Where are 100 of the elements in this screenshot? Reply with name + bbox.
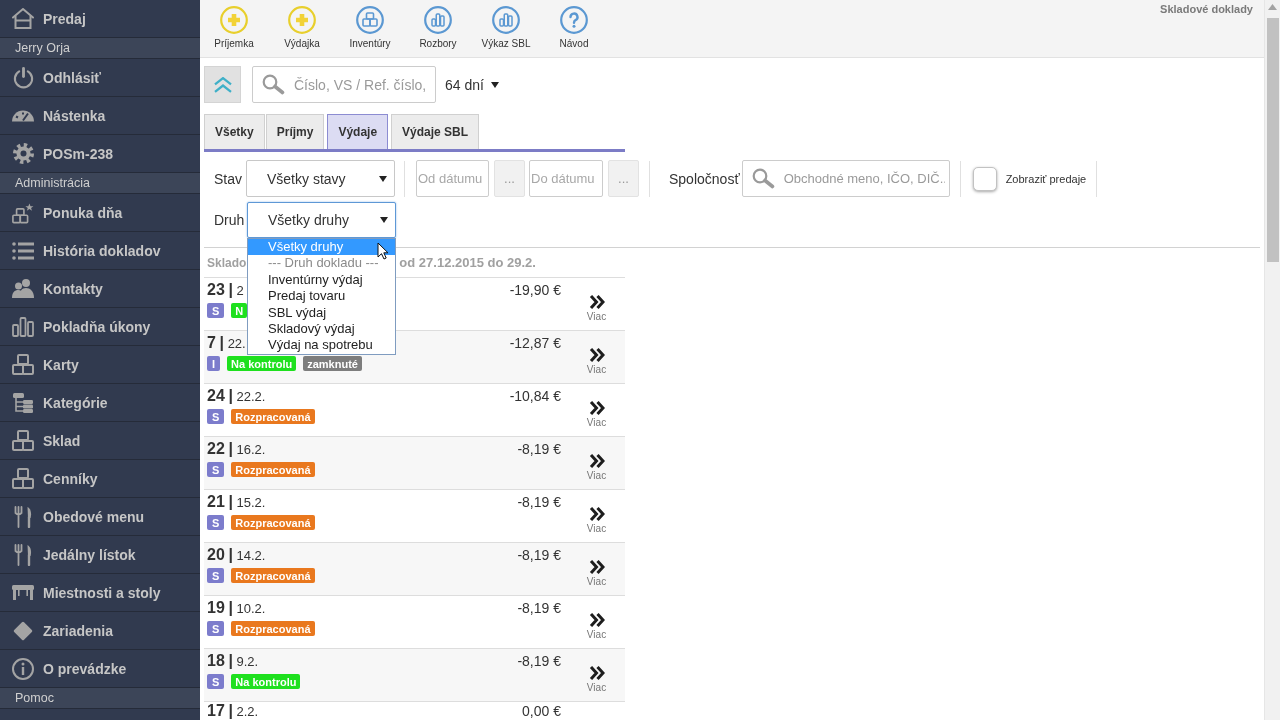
double-chevron-icon <box>588 559 605 575</box>
document-title: 23 | 2 <box>207 281 244 299</box>
amount-text: 0,00 € <box>522 702 562 720</box>
status-badge: zamknuté <box>303 356 362 371</box>
toolbar-button[interactable]: Výdajka <box>268 0 336 54</box>
chevrons-up-icon <box>212 76 233 93</box>
checkbox-label: Zobraziť predaje <box>1005 172 1087 185</box>
boxes-icon <box>12 468 34 489</box>
tab[interactable]: Výdaje <box>327 114 389 149</box>
period-dropdown[interactable]: 64 dní <box>445 76 499 93</box>
sidebar-item[interactable]: Nástenka <box>0 97 200 135</box>
more-link[interactable]: Viac <box>586 400 607 428</box>
double-chevron-icon <box>588 347 605 363</box>
dropdown-option[interactable]: Skladový výdaj <box>248 320 395 338</box>
document-type-badge: S <box>207 462 225 477</box>
plus-circle-icon <box>288 6 316 34</box>
more-link[interactable]: Viac <box>586 665 607 693</box>
tab[interactable]: Výdaje SBL <box>391 114 480 149</box>
search-field[interactable]: Číslo, VS / Ref. číslo, <box>252 66 436 103</box>
sidebar-item[interactable]: Cenníky <box>0 460 200 498</box>
checkbox[interactable] <box>972 166 997 191</box>
status-badge: Rozpracovaná <box>231 462 315 477</box>
amount-text: -10,84 € <box>509 387 562 406</box>
status-badge: Rozpracovaná <box>231 409 315 424</box>
collapse-button[interactable] <box>204 66 241 103</box>
fork-knife-icon <box>14 505 32 528</box>
toolbar-button[interactable]: Návod <box>540 0 608 54</box>
toolbar-button[interactable]: Rozbory <box>404 0 472 54</box>
toolbar-button[interactable]: Inventúry <box>336 0 404 54</box>
more-link[interactable]: Viac <box>586 453 607 481</box>
dropdown-option[interactable]: SBL výdaj <box>248 304 395 321</box>
sidebar-item[interactable]: Odhlásiť <box>0 59 200 97</box>
help-icon <box>560 6 588 34</box>
dropdown-option[interactable]: Predaj tovaru <box>248 288 395 305</box>
sidebar-item[interactable]: Zariadenia <box>0 612 200 650</box>
filter-label: Druh <box>213 212 246 228</box>
amount-text: -19,90 € <box>509 281 562 300</box>
more-link[interactable]: Viac <box>586 294 607 322</box>
amount-text: -8,19 € <box>517 599 562 618</box>
document-title: 19 | 10.2. <box>207 599 266 617</box>
sidebar-item[interactable]: História dokladov <box>0 232 200 270</box>
document-type-badge: S <box>207 515 225 530</box>
sidebar-item[interactable]: Sklad <box>0 422 200 460</box>
bar-chart-circle-icon <box>424 6 452 34</box>
date-field[interactable]: Do dátumu <box>529 160 603 197</box>
sidebar-item[interactable]: Jedálny lístok <box>0 536 200 574</box>
filter-label: Spoločnosť <box>669 170 741 187</box>
sidebar-item[interactable]: Pokladňa úkony <box>0 308 200 346</box>
toolbar-button[interactable]: Príjemka <box>200 0 268 54</box>
double-chevron-icon <box>588 400 605 416</box>
dropdown-option[interactable]: Inventúrny výdaj <box>248 271 395 289</box>
document-type-badge: S <box>207 674 225 689</box>
dropdown-option[interactable]: Výdaj na spotrebu <box>248 337 395 354</box>
caret-icon <box>379 175 387 182</box>
page-title: Skladové doklady <box>1160 2 1253 15</box>
more-link[interactable]: Viac <box>586 347 607 375</box>
gauge-icon <box>12 109 34 122</box>
table-icon <box>12 585 34 600</box>
more-link[interactable]: Viac <box>586 506 607 534</box>
sidebar-item[interactable]: Kategórie <box>0 384 200 422</box>
document-title: 21 | 15.2. <box>207 493 266 511</box>
list-heading: od 27.12.2015 do 29.2. <box>399 255 536 270</box>
boxes-icon <box>12 354 34 375</box>
tab[interactable]: Príjmy <box>265 114 325 149</box>
sidebar-item[interactable]: Obedové menu <box>0 498 200 536</box>
sidebar-item[interactable]: Miestnosti a stoly <box>0 574 200 612</box>
list-heading: Sklado <box>207 255 247 270</box>
double-chevron-icon <box>588 294 605 310</box>
date-field[interactable]: Od dátumu <box>416 160 489 197</box>
info-icon <box>12 657 34 680</box>
status-select[interactable]: Všetky stavy <box>246 160 395 197</box>
type-select[interactable]: Všetky druhy <box>247 202 396 238</box>
status-badge: Na kontrolu <box>231 674 301 689</box>
document-title: 22 | 16.2. <box>207 440 266 458</box>
sidebar-item[interactable]: Ponuka dňa <box>0 194 200 232</box>
double-chevron-icon <box>588 612 605 628</box>
tab[interactable]: Všetky <box>204 114 265 149</box>
caret-icon <box>380 217 388 223</box>
scrollbar[interactable] <box>1264 0 1280 720</box>
scroll-up-arrow-icon[interactable] <box>1268 4 1277 10</box>
document-type-badge: S <box>207 621 225 636</box>
sidebar-item[interactable]: Kontakty <box>0 270 200 308</box>
fork-knife-icon <box>14 543 32 566</box>
house-icon <box>12 8 34 29</box>
gear-icon <box>12 143 34 164</box>
toolbar-button[interactable]: Výkaz SBL <box>472 0 540 54</box>
sidebar-section-header: Jerry Orja <box>0 38 200 59</box>
scrollbar-thumb[interactable] <box>1266 18 1279 262</box>
document-type-badge: I <box>207 356 221 371</box>
more-link[interactable]: Viac <box>586 559 607 587</box>
power-icon <box>12 66 34 89</box>
more-link[interactable]: Viac <box>586 612 607 640</box>
document-title: 24 | 22.2. <box>207 387 266 405</box>
users-icon <box>12 279 34 298</box>
document-type-badge: S <box>207 409 225 424</box>
amount-text: -8,19 € <box>517 652 562 671</box>
amount-text: -8,19 € <box>517 440 562 459</box>
double-chevron-icon <box>588 453 605 469</box>
sidebar-item[interactable]: Karty <box>0 346 200 384</box>
double-chevron-icon <box>588 506 605 522</box>
